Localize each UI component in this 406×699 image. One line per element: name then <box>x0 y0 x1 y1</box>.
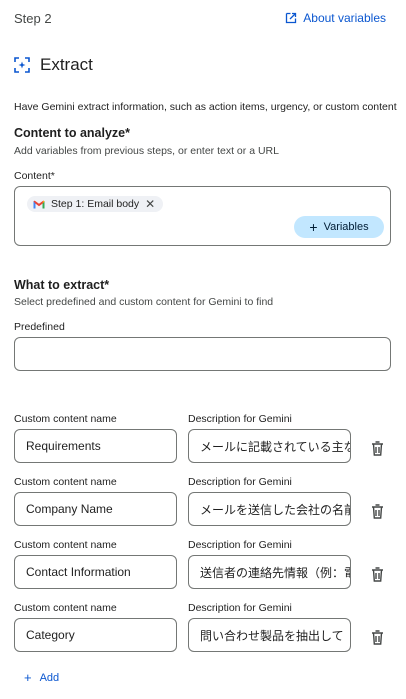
content-section-title: Content to analyze* <box>14 126 130 140</box>
custom-description-input[interactable]: 送信者の連絡先情報（例：電話番号 <box>188 555 351 589</box>
predefined-select[interactable] <box>14 337 391 371</box>
step-label: Step 2 <box>14 11 52 26</box>
custom-description-input[interactable]: 問い合わせ製品を抽出して <box>188 618 351 652</box>
variables-button-label: Variables <box>323 221 369 233</box>
plus-icon: + <box>24 670 32 685</box>
delete-icon[interactable] <box>371 567 384 582</box>
about-variables-link[interactable]: About variables <box>285 11 386 25</box>
extract-title-row: Extract <box>14 55 93 75</box>
external-link-icon <box>286 12 297 24</box>
extract-description: Have Gemini extract information, such as… <box>14 101 397 113</box>
predefined-label: Predefined <box>14 321 65 333</box>
content-field[interactable]: Step 1: Email body ✕ + Variables <box>14 186 391 246</box>
custom-name-label: Custom content name <box>14 539 117 551</box>
extract-section-subtitle: Select predefined and custom content for… <box>14 296 274 308</box>
custom-desc-label: Description for Gemini <box>188 476 292 488</box>
content-field-label: Content* <box>14 170 55 182</box>
delete-icon[interactable] <box>371 441 384 456</box>
chip-label: Step 1: Email body <box>51 198 140 210</box>
variable-chip[interactable]: Step 1: Email body ✕ <box>27 196 164 212</box>
custom-name-input[interactable]: Company Name <box>14 492 177 526</box>
custom-description-input[interactable]: メールを送信した会社の名前 <box>188 492 351 526</box>
custom-desc-label: Description for Gemini <box>188 539 292 551</box>
page-title: Extract <box>40 55 93 74</box>
extract-icon <box>14 57 30 73</box>
delete-icon[interactable] <box>371 630 384 645</box>
add-button-label: Add <box>39 671 60 684</box>
custom-name-label: Custom content name <box>14 413 117 425</box>
custom-name-label: Custom content name <box>14 602 117 614</box>
custom-name-input[interactable]: Contact Information <box>14 555 177 589</box>
step-header: Step 2 About variables <box>0 0 406 38</box>
gmail-icon <box>33 200 45 208</box>
custom-name-input[interactable]: Requirements <box>14 429 177 463</box>
close-icon[interactable]: ✕ <box>145 198 155 210</box>
custom-desc-label: Description for Gemini <box>188 602 292 614</box>
content-section-subtitle: Add variables from previous steps, or en… <box>14 145 279 157</box>
custom-name-input[interactable]: Category <box>14 618 177 652</box>
add-custom-content-button[interactable]: + Add <box>24 671 59 684</box>
delete-icon[interactable] <box>371 504 384 519</box>
custom-description-input[interactable]: メールに記載されている主な要件 <box>188 429 351 463</box>
add-variables-button[interactable]: + Variables <box>294 216 384 238</box>
about-variables-label: About variables <box>303 11 386 25</box>
custom-name-label: Custom content name <box>14 476 117 488</box>
custom-desc-label: Description for Gemini <box>188 413 292 425</box>
plus-icon: + <box>309 219 318 235</box>
extract-section-title: What to extract* <box>14 278 110 292</box>
